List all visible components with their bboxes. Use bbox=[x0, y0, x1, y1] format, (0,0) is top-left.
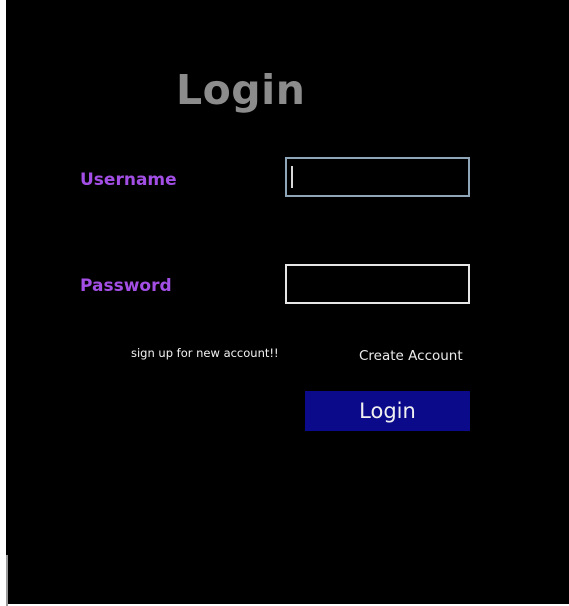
signup-prompt: sign up for new account!! bbox=[131, 346, 279, 360]
username-label: Username bbox=[80, 170, 177, 190]
text-caret bbox=[291, 166, 293, 188]
password-input[interactable] bbox=[285, 264, 470, 304]
window-edge bbox=[6, 555, 8, 606]
username-input[interactable] bbox=[285, 157, 470, 197]
password-label: Password bbox=[80, 276, 172, 296]
page-title: Login bbox=[176, 66, 306, 114]
login-button[interactable]: Login bbox=[305, 391, 470, 431]
create-account-link[interactable]: Create Account bbox=[359, 348, 463, 364]
